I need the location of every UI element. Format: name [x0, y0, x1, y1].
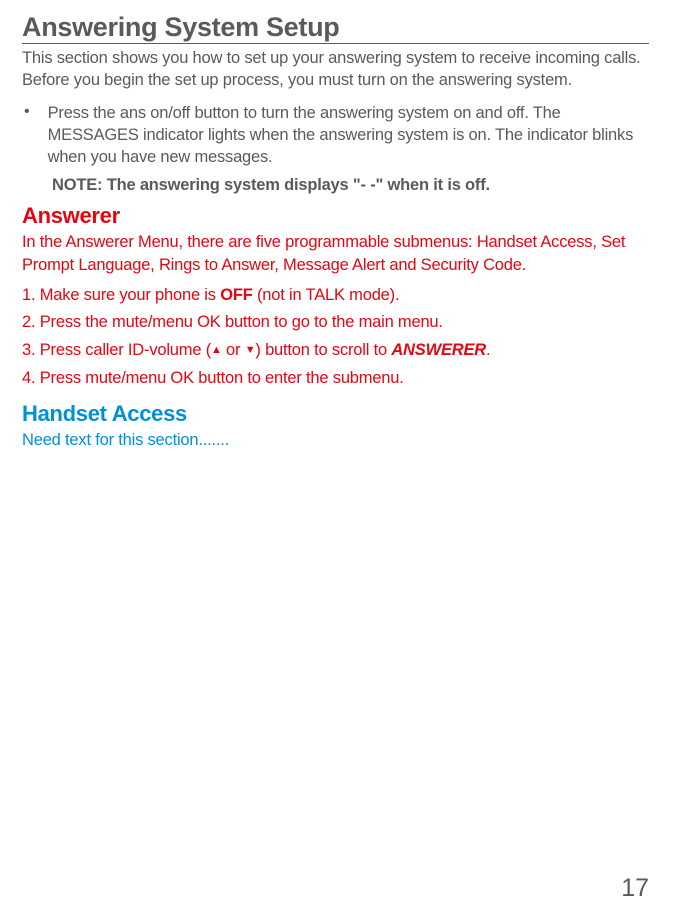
step3-post: .	[486, 341, 490, 359]
step3-pre: 3. Press caller ID-volume (	[22, 341, 211, 359]
page-title: Answering System Setup	[22, 12, 649, 44]
answerer-step-1: 1. Make sure your phone is OFF (not in T…	[22, 284, 649, 308]
step3-mid2: ) button to scroll to	[255, 341, 391, 359]
step1-pre: 1. Make sure your phone is	[22, 286, 220, 304]
step1-bold: OFF	[220, 286, 252, 304]
answerer-intro: In the Answerer Menu, there are five pro…	[22, 231, 649, 277]
page-number: 17	[621, 874, 649, 903]
intro-paragraph: This section shows you how to set up you…	[22, 47, 649, 92]
answerer-heading: Answerer	[22, 203, 649, 229]
step1-post: (not in TALK mode).	[253, 286, 400, 304]
handset-access-text: Need text for this section.......	[22, 429, 649, 451]
handset-access-heading: Handset Access	[22, 401, 649, 427]
answerer-step-4: 4. Press mute/menu OK button to enter th…	[22, 367, 649, 391]
up-arrow-icon: ▲	[211, 343, 222, 359]
answerer-step-3: 3. Press caller ID-volume (▲ or ▼) butto…	[22, 339, 649, 363]
down-arrow-icon: ▼	[245, 343, 256, 359]
step3-bold: ANSWERER	[391, 341, 486, 359]
bullet-icon: •	[24, 102, 30, 169]
step3-mid: or	[222, 341, 245, 359]
answerer-step-2: 2. Press the mute/menu OK button to go t…	[22, 311, 649, 335]
bullet-text: Press the ans on/off button to turn the …	[48, 102, 649, 169]
note-text: NOTE: The answering system displays "- -…	[52, 176, 649, 195]
bullet-item: • Press the ans on/off button to turn th…	[22, 102, 649, 169]
